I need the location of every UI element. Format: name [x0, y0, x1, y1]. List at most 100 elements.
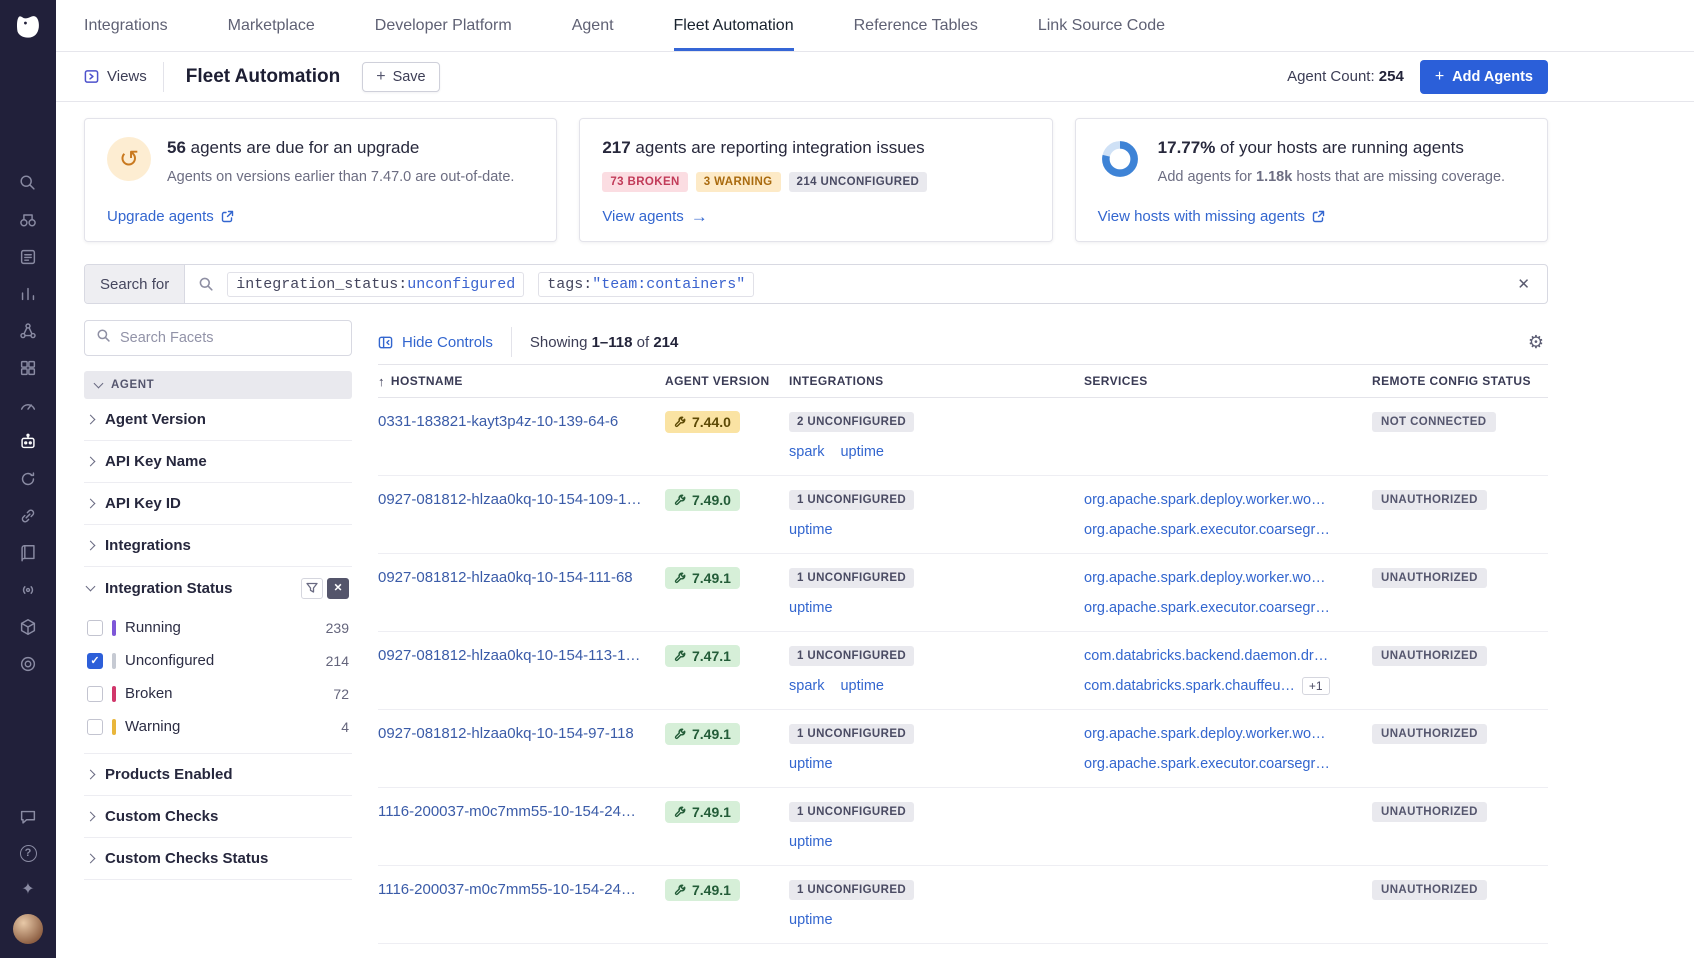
- hostname-link[interactable]: 1116-200037-m0c7mm55-10-154-24…: [378, 803, 636, 820]
- query-token-tags[interactable]: tags:"team:containers": [538, 272, 754, 297]
- integration-tag-link[interactable]: uptime: [789, 912, 833, 928]
- settings-target-icon[interactable]: [17, 653, 39, 675]
- notebooks-icon[interactable]: [17, 542, 39, 564]
- checkbox-checked[interactable]: ✓: [87, 653, 103, 669]
- search-icon[interactable]: [17, 172, 39, 194]
- chevron-right-icon: [86, 541, 96, 551]
- integration-tag-link[interactable]: uptime: [789, 834, 833, 850]
- search-bar[interactable]: Search for integration_status:unconfigur…: [84, 264, 1548, 304]
- facet-search-input[interactable]: [120, 330, 340, 346]
- checkbox[interactable]: ✓: [87, 686, 103, 702]
- facet-custom-checks[interactable]: Custom Checks: [84, 796, 352, 838]
- facet-option-unconfigured[interactable]: ✓ Unconfigured 214: [84, 644, 352, 677]
- agent-version-badge[interactable]: 7.49.1: [665, 723, 740, 745]
- support-chat-icon[interactable]: [17, 806, 39, 828]
- column-header-integrations[interactable]: INTEGRATIONS: [789, 374, 1084, 388]
- checkbox[interactable]: ✓: [87, 620, 103, 636]
- upgrade-card: ↺ 56 agents are due for an upgrade Agent…: [84, 118, 557, 242]
- apm-link-icon[interactable]: [17, 505, 39, 527]
- metrics-icon[interactable]: [17, 283, 39, 305]
- dashboards-icon[interactable]: [17, 357, 39, 379]
- service-link[interactable]: org.apache.spark.deploy.worker.wo…: [1084, 570, 1326, 586]
- tab-marketplace[interactable]: Marketplace: [228, 0, 315, 51]
- facet-clear-filter-button[interactable]: ✕: [327, 578, 349, 599]
- packages-icon[interactable]: [17, 616, 39, 638]
- column-header-hostname[interactable]: ↑ HOSTNAME: [378, 374, 665, 389]
- agent-version-badge[interactable]: 7.49.1: [665, 801, 740, 823]
- monitors-icon[interactable]: [17, 394, 39, 416]
- tab-integrations[interactable]: Integrations: [84, 0, 168, 51]
- integration-tag-link[interactable]: uptime: [840, 678, 884, 694]
- network-icon[interactable]: [17, 320, 39, 342]
- fleet-automation-icon[interactable]: [17, 431, 39, 453]
- facet-option-running[interactable]: ✓ Running 239: [84, 611, 352, 644]
- help-icon[interactable]: ?: [17, 842, 39, 864]
- more-services-badge[interactable]: +1: [1302, 677, 1330, 695]
- facet-integration-status[interactable]: Integration Status ✕: [84, 567, 352, 609]
- service-link[interactable]: org.apache.spark.executor.coarsegr…: [1084, 756, 1330, 772]
- user-avatar[interactable]: [13, 914, 43, 944]
- facet-custom-checks-status[interactable]: Custom Checks Status: [84, 838, 352, 880]
- agent-version-badge[interactable]: 7.49.1: [665, 567, 740, 589]
- checkbox[interactable]: ✓: [87, 719, 103, 735]
- hostname-link[interactable]: 0927-081812-hlzaa0kq-10-154-113-1…: [378, 647, 640, 664]
- save-view-button[interactable]: + Save: [362, 62, 439, 92]
- service-link[interactable]: org.apache.spark.executor.coarsegr…: [1084, 600, 1330, 616]
- datadog-logo[interactable]: [9, 8, 47, 46]
- arrow-right-icon: →: [691, 208, 708, 225]
- query-token-integration-status[interactable]: integration_status:unconfigured: [227, 272, 524, 297]
- integration-tag-link[interactable]: uptime: [789, 756, 833, 772]
- watchdog-icon[interactable]: [17, 209, 39, 231]
- view-agents-link[interactable]: View agents →: [602, 192, 707, 225]
- integration-tag-link[interactable]: uptime: [789, 522, 833, 538]
- facet-filter-button[interactable]: [301, 578, 323, 599]
- tab-link-source-code[interactable]: Link Source Code: [1038, 0, 1165, 51]
- column-header-remote-config-status[interactable]: REMOTE CONFIG STATUS: [1372, 374, 1548, 388]
- integration-tag-link[interactable]: uptime: [840, 444, 884, 460]
- agent-version-badge[interactable]: 7.47.1: [665, 645, 740, 667]
- integration-tag-link[interactable]: uptime: [789, 600, 833, 616]
- facet-api-key-id[interactable]: API Key ID: [84, 483, 352, 525]
- facet-option-broken[interactable]: ✓ Broken 72: [84, 677, 352, 710]
- facet-agent-version[interactable]: Agent Version: [84, 399, 352, 441]
- hostname-link[interactable]: 0927-081812-hlzaa0kq-10-154-109-1…: [378, 491, 642, 508]
- service-link[interactable]: org.apache.spark.deploy.worker.wo…: [1084, 726, 1326, 742]
- whats-new-icon[interactable]: ✦: [17, 878, 39, 900]
- facet-products-enabled[interactable]: Products Enabled: [84, 754, 352, 796]
- tab-agent[interactable]: Agent: [572, 0, 614, 51]
- table-settings-gear-icon[interactable]: ⚙: [1528, 332, 1548, 353]
- hostname-link[interactable]: 0331-183821-kayt3p4z-10-139-64-6: [378, 413, 618, 430]
- integration-tag-link[interactable]: spark: [789, 678, 824, 694]
- wrench-icon: [674, 728, 686, 740]
- ci-pipeline-icon[interactable]: [17, 468, 39, 490]
- tab-fleet-automation[interactable]: Fleet Automation: [674, 0, 794, 51]
- upgrade-agents-link[interactable]: Upgrade agents: [107, 192, 234, 225]
- tab-developer-platform[interactable]: Developer Platform: [375, 0, 512, 51]
- integrations-count-badge: 1 UNCONFIGURED: [789, 724, 914, 744]
- logs-icon[interactable]: [17, 246, 39, 268]
- service-link[interactable]: org.apache.spark.executor.coarsegr…: [1084, 522, 1330, 538]
- hostname-link[interactable]: 0927-081812-hlzaa0kq-10-154-97-118: [378, 725, 634, 742]
- facet-api-key-name[interactable]: API Key Name: [84, 441, 352, 483]
- hostname-link[interactable]: 1116-200037-m0c7mm55-10-154-24…: [378, 881, 636, 898]
- integration-tag-link[interactable]: spark: [789, 444, 824, 460]
- agent-version-badge[interactable]: 7.49.0: [665, 489, 740, 511]
- service-link[interactable]: com.databricks.spark.chauffeu…: [1084, 678, 1295, 694]
- column-header-agent-version[interactable]: AGENT VERSION: [665, 374, 789, 388]
- service-link[interactable]: com.databricks.backend.daemon.dr…: [1084, 648, 1328, 664]
- tab-reference-tables[interactable]: Reference Tables: [854, 0, 978, 51]
- hostname-link[interactable]: 0927-081812-hlzaa0kq-10-154-111-68: [378, 569, 633, 586]
- agent-version-badge[interactable]: 7.49.1: [665, 879, 740, 901]
- clear-search-button[interactable]: ✕: [1500, 275, 1547, 293]
- facet-option-warning[interactable]: ✓ Warning 4: [84, 710, 352, 743]
- hide-controls-button[interactable]: Hide Controls: [378, 334, 493, 351]
- rum-broadcast-icon[interactable]: [17, 579, 39, 601]
- add-agents-button[interactable]: + Add Agents: [1420, 60, 1548, 94]
- facet-group-agent[interactable]: AGENT: [84, 371, 352, 399]
- agent-version-badge[interactable]: 7.44.0: [665, 411, 740, 433]
- view-missing-hosts-link[interactable]: View hosts with missing agents: [1098, 192, 1325, 225]
- facet-integrations[interactable]: Integrations: [84, 525, 352, 567]
- service-link[interactable]: org.apache.spark.deploy.worker.wo…: [1084, 492, 1326, 508]
- views-button[interactable]: Views: [84, 68, 147, 85]
- column-header-services[interactable]: SERVICES: [1084, 374, 1372, 388]
